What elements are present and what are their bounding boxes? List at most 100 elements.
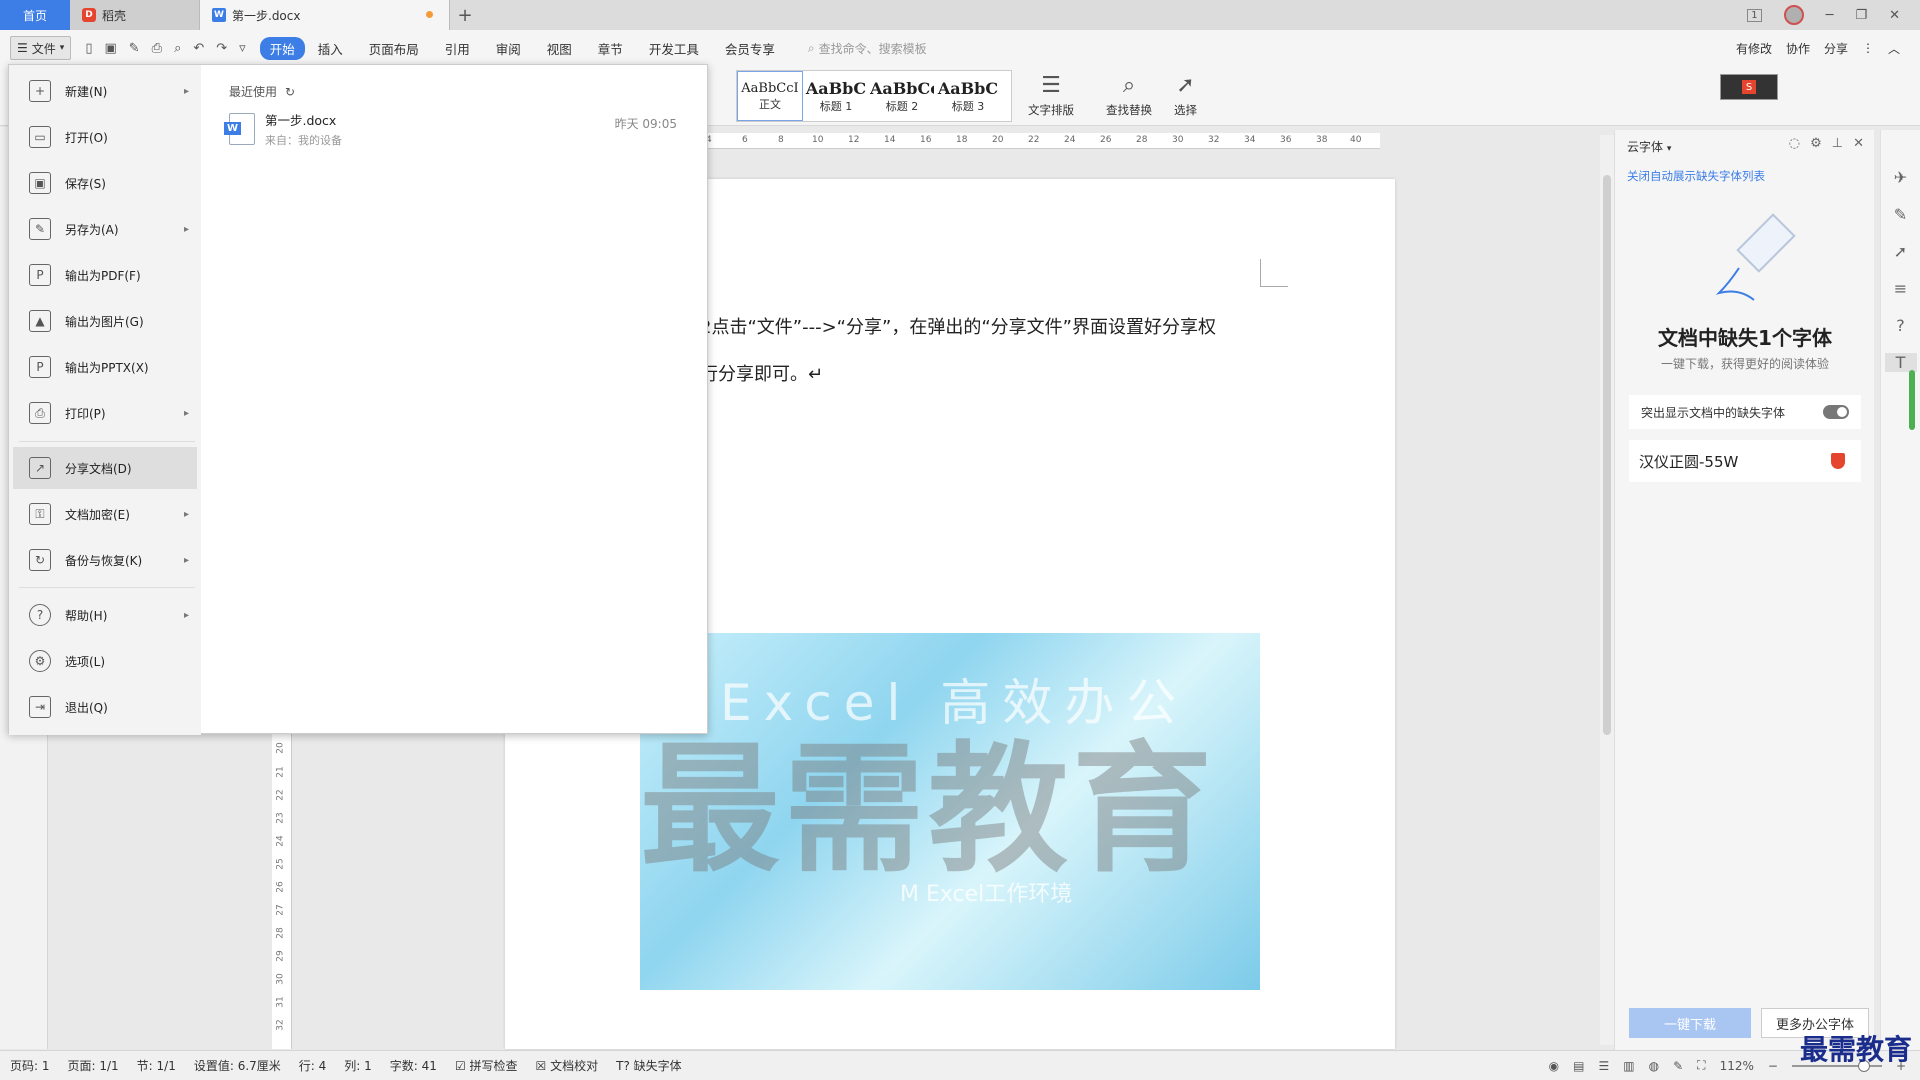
file-menu-help[interactable]: ? 帮助(H) ▸ [13, 594, 197, 636]
print-preview-icon[interactable]: ⌕ [174, 41, 181, 56]
spell-check-button[interactable]: ☑ 拼写检查 [455, 1057, 518, 1074]
pin-icon[interactable]: ⊥ [1832, 136, 1843, 151]
collaborate-button[interactable]: 协作 [1786, 40, 1810, 57]
page-count-badge[interactable]: 1 [1747, 8, 1762, 22]
read-view-icon[interactable]: ▥ [1623, 1059, 1634, 1073]
page-view-icon[interactable]: ▤ [1573, 1059, 1584, 1073]
file-menu-new[interactable]: + 新建(N) ▸ [13, 70, 197, 112]
tab-chapter[interactable]: 章节 [585, 39, 636, 58]
status-word-count[interactable]: 字数: 41 [390, 1057, 437, 1074]
rocket-icon[interactable]: ✈ [1894, 168, 1907, 187]
file-menu-share[interactable]: ↗ 分享文档(D) [13, 447, 197, 489]
new-tab-button[interactable]: + [450, 0, 480, 30]
has-changes-button[interactable]: 有修改 [1736, 40, 1772, 57]
text-layout-button[interactable]: ☰ 文字排版 [1028, 70, 1074, 118]
share-button[interactable]: 分享 [1824, 40, 1848, 57]
zoom-out-icon[interactable]: − [1768, 1059, 1778, 1073]
status-column[interactable]: 列: 1 [344, 1057, 372, 1074]
gear-icon[interactable]: ⚙ [1810, 136, 1822, 151]
file-menu-save-as[interactable]: ✎ 另存为(A) ▸ [13, 208, 197, 250]
file-menu-button[interactable]: ☰ 文件 ▾ [10, 36, 72, 60]
file-menu-encrypt[interactable]: ⚿ 文档加密(E) ▸ [13, 493, 197, 535]
restore-icon[interactable]: ❐ [1855, 8, 1867, 23]
tab-home[interactable]: 首页 [0, 0, 70, 30]
outline-view-icon[interactable]: ☰ [1599, 1059, 1610, 1073]
proofread-button[interactable]: ☒ 文档校对 [536, 1057, 599, 1074]
status-page-number[interactable]: 页码: 1 [10, 1057, 50, 1074]
tab-view[interactable]: 视图 [534, 39, 585, 58]
eye-icon[interactable]: ◉ [1549, 1059, 1559, 1073]
tab-references[interactable]: 引用 [432, 39, 483, 58]
missing-font-item[interactable]: 汉仪正圆-55W [1629, 440, 1861, 482]
style-heading-1[interactable]: AaBbC 标题 1 [803, 71, 869, 121]
pen-icon[interactable]: ✎ [1894, 205, 1907, 224]
file-menu-save[interactable]: ▣ 保存(S) [13, 162, 197, 204]
file-menu-export-image[interactable]: ▲ 输出为图片(G) [13, 300, 197, 342]
close-icon[interactable]: ✕ [1853, 136, 1864, 151]
style-name: 标题 3 [951, 99, 985, 113]
fit-page-icon[interactable]: ⛶ [1697, 1058, 1705, 1073]
panel-title: 文档中缺失1个字体 [1658, 326, 1832, 350]
recent-file-item[interactable]: 第一步.docx 来自：我的设备 昨天 09:05 [224, 107, 689, 151]
tab-home-ribbon[interactable]: 开始 [259, 36, 305, 60]
write-view-icon[interactable]: ✎ [1673, 1059, 1683, 1073]
sliders-icon[interactable]: ≡ [1894, 279, 1907, 298]
command-search[interactable]: ⌕ 查找命令、搜索模板 [808, 40, 927, 57]
file-menu-open[interactable]: ▭ 打开(O) [13, 116, 197, 158]
chat-icon[interactable]: ◌ [1789, 136, 1800, 151]
save-icon[interactable]: ▣ [104, 41, 116, 56]
tab-page-layout[interactable]: 页面布局 [356, 39, 432, 58]
tab-document[interactable]: W 第一步.docx [200, 0, 450, 30]
tab-review[interactable]: 审阅 [483, 39, 534, 58]
status-pages[interactable]: 页面: 1/1 [68, 1057, 119, 1074]
undo-icon[interactable]: ↶ [193, 41, 204, 56]
redo-icon[interactable]: ↷ [216, 41, 227, 56]
tab-draw[interactable]: D 稻壳 [70, 0, 200, 30]
style-heading-2[interactable]: AaBbCc 标题 2 [869, 71, 935, 121]
more-icon[interactable]: ⋮ [1862, 41, 1874, 55]
tab-insert[interactable]: 插入 [305, 39, 356, 58]
format-painter-icon[interactable]: ✎ [129, 41, 140, 56]
tab-developer[interactable]: 开发工具 [636, 39, 712, 58]
app-badge-icon[interactable]: S [1720, 74, 1778, 100]
highlight-missing-fonts-toggle[interactable] [1823, 405, 1849, 419]
close-icon[interactable]: ✕ [1889, 8, 1900, 23]
file-menu-export-pptx[interactable]: P 输出为PPTX(X) [13, 346, 197, 388]
font-download-icon[interactable] [1831, 453, 1845, 469]
select-button[interactable]: ➚ 选择 [1174, 70, 1197, 118]
collapse-ribbon-icon[interactable]: ︿ [1888, 40, 1900, 57]
status-position[interactable]: 设置值: 6.7厘米 [194, 1057, 281, 1074]
save-icon: ▣ [29, 172, 51, 194]
file-menu-backup[interactable]: ↻ 备份与恢复(K) ▸ [13, 539, 197, 581]
zoom-level[interactable]: 112% [1720, 1059, 1754, 1073]
file-menu-export-pdf[interactable]: P 输出为PDF(F) [13, 254, 197, 296]
close-auto-list-link[interactable]: 关闭自动展示缺失字体列表 [1627, 168, 1765, 184]
document-text-line[interactable]: 2点击“文件”--->“分享”，在弹出的“分享文件”界面设置好分享权 [700, 313, 1216, 339]
cursor-icon[interactable]: ➚ [1894, 242, 1907, 261]
document-scrollbar[interactable] [1600, 135, 1614, 1045]
file-menu-print[interactable]: ⎙ 打印(P) ▸ [13, 392, 197, 434]
style-normal[interactable]: AaBbCcI 正文 [737, 71, 803, 121]
avatar[interactable] [1783, 5, 1804, 25]
status-row[interactable]: 行: 4 [299, 1057, 327, 1074]
tab-member[interactable]: 会员专享 [712, 39, 788, 58]
file-menu-exit[interactable]: ⇥ 退出(Q) [13, 686, 197, 728]
print-icon[interactable]: ⎙ [152, 41, 162, 56]
help-icon[interactable]: ? [1896, 316, 1905, 335]
scrollbar-thumb[interactable] [1603, 175, 1611, 735]
panel-header[interactable]: 云字体 ▾ [1627, 138, 1671, 155]
customize-icon[interactable]: ▿ [239, 41, 246, 56]
document-text-line[interactable]: 行分享即可。↵ [700, 360, 823, 386]
missing-font-button[interactable]: T? 缺失字体 [616, 1057, 682, 1074]
minimize-icon[interactable]: ─ [1826, 8, 1834, 23]
download-all-button[interactable]: 一键下载 [1629, 1008, 1751, 1038]
find-replace-button[interactable]: ⌕ 查找替换 [1106, 70, 1152, 118]
new-doc-icon[interactable]: ▯ [85, 41, 92, 56]
ruler-tick: 24 [275, 835, 286, 847]
web-view-icon[interactable]: ◍ [1649, 1059, 1659, 1073]
refresh-icon[interactable]: ↻ [285, 85, 295, 99]
status-section[interactable]: 节: 1/1 [137, 1057, 176, 1074]
file-menu-options[interactable]: ⚙ 选项(L) [13, 640, 197, 682]
file-menu-item-label: 输出为图片(G) [65, 314, 144, 329]
style-heading-3[interactable]: AaBbC 标题 3 [935, 71, 1001, 121]
